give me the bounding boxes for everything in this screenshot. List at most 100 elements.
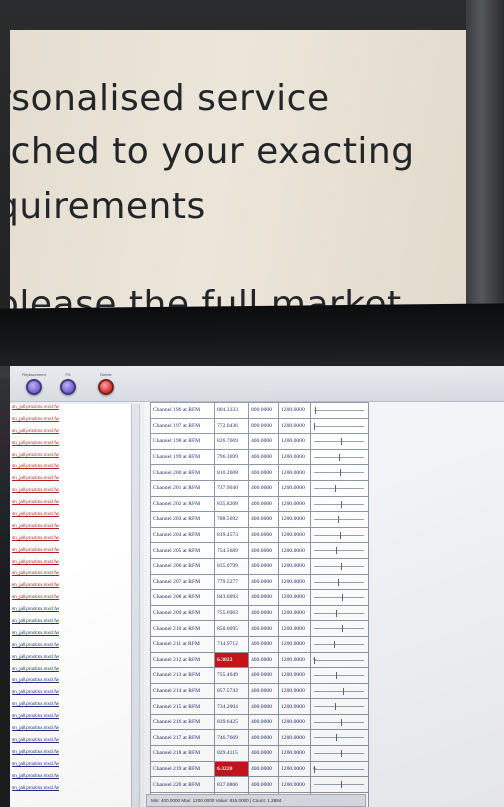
file-list-item[interactable]: sn_jall.prodcsx.mxcl.fw: [10, 404, 131, 416]
file-list-item[interactable]: sn_jall.prodcsx.mxcl.fw: [10, 440, 131, 452]
file-list-item[interactable]: sn_jall.prodcsx.mxcl.fw: [10, 570, 131, 582]
file-list-item[interactable]: sn_jall.prodcsx.mxcl.fw: [10, 785, 131, 797]
file-list-item[interactable]: sn_jall.prodcsx.mxcl.fw: [10, 654, 131, 666]
channel-name-cell: Channel 207 at RFM: [150, 573, 215, 591]
high-limit-cell: 1200.0000: [278, 620, 311, 637]
channel-row[interactable]: Channel 200 at RFM 810.2608 400.0000 1200.0…: [150, 464, 369, 481]
channel-value-cell: 837.0866: [214, 776, 249, 793]
file-list-item[interactable]: sn_jall.prodcsx.mxcl.fw: [10, 618, 131, 630]
channel-row[interactable]: Channel 197 at RFM 772.0436 800.0000 1200.0…: [150, 417, 369, 435]
channel-row[interactable]: Channel 198 at RFM 826.7669 400.0000 1200.0…: [150, 433, 369, 450]
file-list-scrollbar[interactable]: [132, 404, 140, 807]
file-list-item[interactable]: sn_jall.prodcsx.mxcl.fw: [10, 416, 131, 428]
file-list-item[interactable]: sn_jall.prodcsx.mxcl.fw: [10, 463, 131, 475]
file-list-item[interactable]: sn_jall.prodcsx.mxcl.fw: [10, 511, 131, 523]
channel-value-cell: 788.5692: [214, 511, 249, 528]
channel-value-cell: 737.9040: [214, 479, 249, 497]
file-list-item[interactable]: sn_jall.prodcsx.mxcl.fw: [10, 499, 131, 511]
file-list-item[interactable]: sn_jall.prodcsx.mxcl.fw: [10, 666, 131, 678]
file-list-item[interactable]: sn_jall.prodcsx.mxcl.fw: [10, 630, 131, 642]
poster-line-2: tched to your exacting: [10, 131, 415, 172]
file-list-item[interactable]: sn_jall.prodcsx.mxcl.fw: [10, 689, 131, 701]
fs-button[interactable]: FS: [50, 371, 86, 395]
out-of-range-arrow-icon: ←: [312, 764, 318, 771]
level-bar-cell: [310, 526, 369, 544]
channel-row[interactable]: Channel 206 at RFM 835.0799 400.0000 1200.0…: [150, 557, 369, 575]
channel-name-cell: Channel 208 at RFM: [150, 589, 215, 606]
channel-row[interactable]: Channel 207 at RFM 779.5277 400.0000 1200.0…: [150, 573, 369, 591]
low-limit-cell: 400.0000: [248, 557, 279, 575]
file-list-item[interactable]: sn_jall.prodcsx.mxcl.fw: [10, 761, 131, 773]
level-bar-cell: [310, 620, 369, 637]
channel-row[interactable]: Channel 216 at RFM 839.6425 400.0000 1200.0…: [150, 713, 369, 731]
file-list-item[interactable]: sn_jall.prodcsx.mxcl.fw: [10, 452, 131, 464]
channel-name-cell: Channel 212 at RFM: [150, 651, 215, 669]
channel-row[interactable]: Channel 203 at RFM 788.5692 400.0000 1200.0…: [150, 511, 369, 528]
file-list-item[interactable]: sn_jall.prodcsx.mxcl.fw: [10, 713, 131, 725]
channel-row[interactable]: Channel 213 at RFM 755.4049 400.0000 1200.0…: [150, 667, 369, 684]
level-bar-track: [314, 441, 364, 443]
file-list-item[interactable]: sn_jall.prodcsx.mxcl.fw: [10, 475, 131, 487]
low-limit-cell: 400.0000: [248, 651, 279, 669]
level-marker: [340, 531, 342, 539]
file-list-item[interactable]: sn_jall.prodcsx.mxcl.fw: [10, 642, 131, 654]
file-list-panel: sn_jall.prodcsx.mxcl.fw sn_jall.prodcsx.m…: [10, 404, 132, 807]
channel-row[interactable]: Channel 212 at RFM 6.3023 400.0000 1200.000…: [150, 651, 369, 669]
high-limit-cell: 1200.0000: [278, 729, 311, 747]
high-limit-cell: 1200.0000: [278, 511, 311, 528]
file-list-item[interactable]: sn_jall.prodcsx.mxcl.fw: [10, 523, 131, 535]
level-bar-cell: [310, 729, 369, 747]
channel-row[interactable]: Channel 201 at RFM 737.9040 400.0000 1200.0…: [150, 479, 369, 497]
purple-circle-icon: [26, 379, 42, 395]
channel-row[interactable]: Channel 208 at RFM 843.6093 400.0000 1200.0…: [150, 589, 369, 606]
channel-row[interactable]: Channel 215 at RFM 734.2004 400.0000 1200.0…: [150, 698, 369, 715]
level-marker: [336, 547, 338, 555]
file-list-item[interactable]: sn_jall.prodcsx.mxcl.fw: [10, 737, 131, 749]
high-limit-cell: 1200.0000: [278, 495, 311, 513]
channel-row[interactable]: Channel 205 at RFM 754.5689 400.0000 1200.0…: [150, 542, 369, 559]
channel-row[interactable]: Channel 199 at RFM 796.3699 400.0000 1200.0…: [150, 448, 369, 466]
high-limit-cell: 1200.0000: [278, 698, 311, 715]
channel-row[interactable]: Channel 214 at RFM 857.5743 400.0000 1200.0…: [150, 682, 369, 700]
file-list-item[interactable]: sn_jall.prodcsx.mxcl.fw: [10, 725, 131, 737]
high-limit-cell: 1200.0000: [278, 542, 311, 559]
channel-name-cell: Channel 213 at RFM: [150, 667, 215, 684]
channel-row[interactable]: Channel 218 at RFM 829.4115 400.0000 1200.0…: [150, 745, 369, 762]
channel-row[interactable]: Channel 220 at RFM 837.0866 400.0000 1200.0…: [150, 776, 369, 793]
file-list-item[interactable]: sn_jall.prodcsx.mxcl.fw: [10, 773, 131, 785]
high-limit-cell: 1200.0000: [278, 573, 311, 591]
level-marker: [341, 781, 343, 789]
level-bar-cell: [310, 573, 369, 591]
delete-button[interactable]: Delete: [88, 371, 124, 395]
channel-row[interactable]: Channel 209 at RFM 755.6963 400.0000 1200.0…: [150, 604, 369, 622]
channel-row[interactable]: Channel 219 at RFM 6.3220 400.0000 1200.000…: [150, 760, 369, 778]
channel-row[interactable]: Channel 217 at RFM 746.7669 400.0000 1200.0…: [150, 729, 369, 747]
channel-row[interactable]: Channel 202 at RFM 835.8208 400.0000 1200.0…: [150, 495, 369, 513]
low-limit-cell: 400.0000: [248, 573, 279, 591]
channel-name-cell: Channel 204 at RFM: [150, 526, 215, 544]
replacement-button[interactable]: Replacement: [16, 371, 52, 395]
channel-row[interactable]: Channel 211 at RFM 714.9712 400.0000 1200.0…: [150, 635, 369, 653]
file-list-item[interactable]: sn_jall.prodcsx.mxcl.fw: [10, 535, 131, 547]
level-bar-track: [314, 784, 364, 786]
file-list-item[interactable]: sn_jall.prodcsx.mxcl.fw: [10, 594, 131, 606]
file-list-item[interactable]: sn_jall.prodcsx.mxcl.fw: [10, 677, 131, 689]
channel-name-cell: Channel 197 at RFM: [150, 417, 215, 435]
file-list-item[interactable]: sn_jall.prodcsx.mxcl.fw: [10, 428, 131, 440]
channel-row[interactable]: Channel 196 at RFM 804.3333 800.0000 1200.0…: [150, 402, 369, 419]
file-list-item[interactable]: sn_jall.prodcsx.mxcl.fw: [10, 487, 131, 499]
channel-value-cell: 835.0799: [214, 557, 249, 575]
file-list-item[interactable]: sn_jall.prodcsx.mxcl.fw: [10, 559, 131, 571]
file-list-item[interactable]: sn_jall.prodcsx.mxcl.fw: [10, 701, 131, 713]
file-list-item[interactable]: sn_jall.prodcsx.mxcl.fw: [10, 582, 131, 594]
file-list-item[interactable]: sn_jall.prodcsx.mxcl.fw: [10, 547, 131, 559]
channel-name-cell: Channel 201 at RFM: [150, 479, 215, 497]
channel-row[interactable]: Channel 210 at RFM 850.6095 400.0000 1200.0…: [150, 620, 369, 637]
high-limit-cell: 1200.0000: [278, 667, 311, 684]
level-bar-cell: [310, 557, 369, 575]
file-list-item[interactable]: sn_jall.prodcsx.mxcl.fw: [10, 606, 131, 618]
app-toolbar: Replacement FS Delete: [10, 366, 504, 402]
channel-name-cell: Channel 216 at RFM: [150, 713, 215, 731]
file-list-item[interactable]: sn_jall.prodcsx.mxcl.fw: [10, 749, 131, 761]
channel-row[interactable]: Channel 204 at RFM 819.4573 400.0000 1200.0…: [150, 526, 369, 544]
